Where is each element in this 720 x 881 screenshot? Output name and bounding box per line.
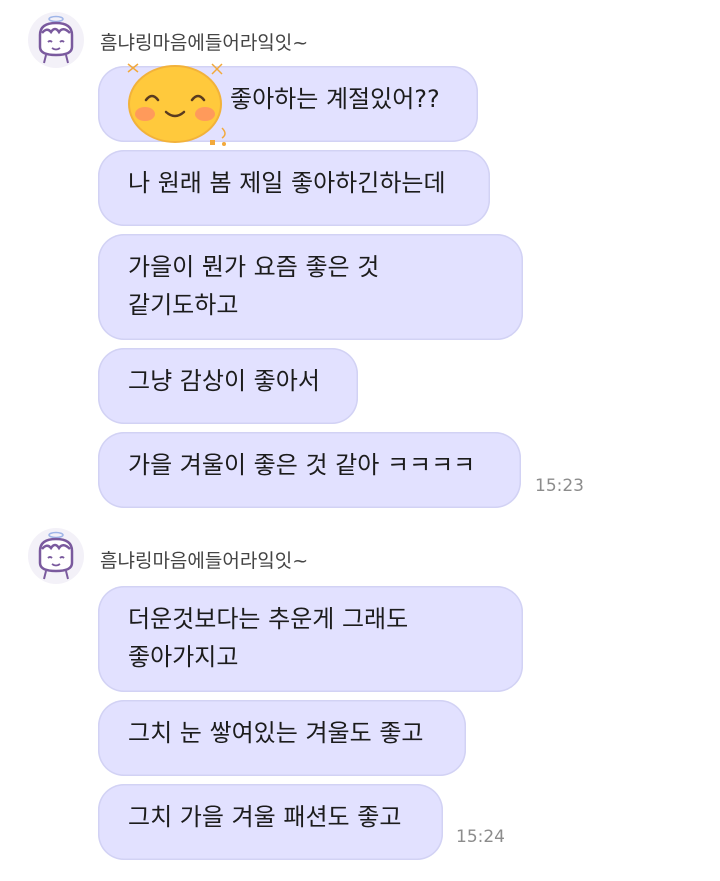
message-text: 좋아하는 계절있어?? [230,85,440,113]
sender-name: 흠냐링마음에들어라잌잇~ [100,550,309,572]
message-text: 가을 겨울이 좋은 것 같아 ㅋㅋㅋㅋ [128,451,476,479]
message-timestamp: 15:24 [456,827,505,847]
message-text: 같기도하고 [128,291,239,319]
message-text: 좋아가지고 [128,643,239,671]
smiling-face-emoticon-icon [127,63,226,146]
message-text: 가을이 뭔가 요즘 좋은 것 [128,253,380,281]
message-bubble[interactable]: 가을 겨울이 좋은 것 같아 ㅋㅋㅋㅋ [98,432,521,508]
message-bubble[interactable]: 더운것보다는 추운게 그래도 좋아가지고 [98,586,523,692]
message-text: 그치 눈 쌓여있는 겨울도 좋고 [128,719,424,747]
message-text: 그냥 감상이 좋아서 [128,367,320,395]
message-timestamp: 15:23 [535,476,584,496]
message-text: 더운것보다는 추운게 그래도 [128,605,409,633]
cartoon-character-avatar-icon [38,531,74,580]
message-bubble[interactable]: 가을이 뭔가 요즘 좋은 것 같기도하고 [98,234,523,340]
sender-avatar-icon[interactable] [28,12,84,68]
message-text: 그치 가을 겨울 패션도 좋고 [128,803,402,831]
message-bubble[interactable]: 나 원래 봄 제일 좋아하긴하는데 [98,150,490,226]
sender-name: 흠냐링마음에들어라잌잇~ [100,32,309,54]
sender-avatar-icon[interactable] [28,528,84,584]
cartoon-character-avatar-icon [38,15,74,64]
message-text: 나 원래 봄 제일 좋아하긴하는데 [128,169,446,197]
message-bubble[interactable]: 그치 가을 겨울 패션도 좋고 [98,784,443,860]
message-bubble[interactable]: 그치 눈 쌓여있는 겨울도 좋고 [98,700,466,776]
message-bubble[interactable]: 그냥 감상이 좋아서 [98,348,358,424]
